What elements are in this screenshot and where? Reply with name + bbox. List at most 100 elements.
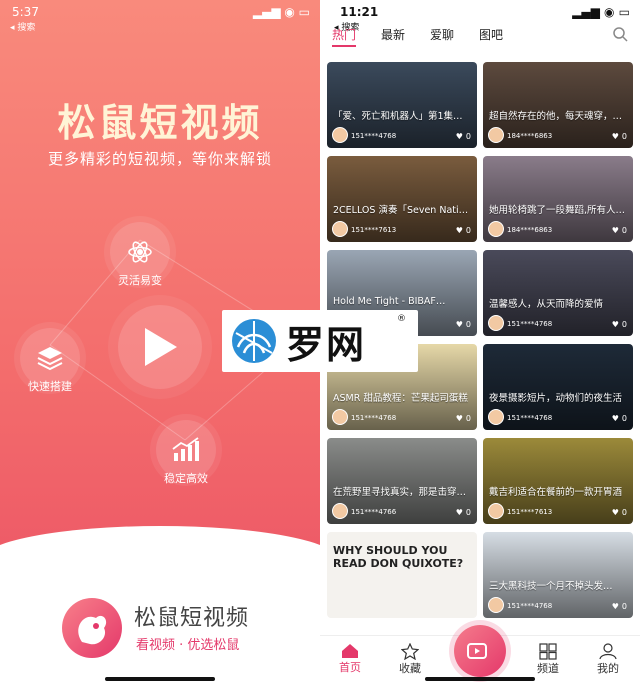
user-id: 151****7613 [507,508,553,516]
user-id: 151****4768 [351,414,397,422]
heart-icon: ♥ [611,602,619,611]
user-id: 151****4768 [507,320,553,328]
like-count[interactable]: ♥ 0 [612,414,627,423]
home-indicator [425,677,535,681]
tab-chat[interactable]: 爱聊 [430,26,454,47]
like-count[interactable]: ♥ 0 [612,226,627,235]
status-time: 5:37 [12,5,39,19]
back-link[interactable]: ◂ 搜索 [10,20,35,33]
video-card[interactable]: WHY SHOULD YOU READ DON QUIXOTE? [327,532,477,618]
splash-title: 松鼠短视频 [57,100,263,145]
video-card[interactable]: 戴吉利适合在餐前的一款开胃酒 151****7613 ♥ 0 [483,438,633,524]
user-id: 151****4768 [351,132,397,140]
like-count[interactable]: ♥ 0 [456,414,471,423]
watermark-text: 罗网 [286,322,367,367]
heart-icon: ♥ [611,508,619,517]
user-id: 151****4768 [507,602,553,610]
tabbar-label: 我的 [597,662,619,675]
heart-icon: ♥ [455,320,463,329]
feature-label: 稳定高效 [164,472,208,485]
like-count[interactable]: ♥ 0 [612,132,627,141]
user-id: 151****4766 [351,508,397,516]
like-count[interactable]: ♥ 0 [612,320,627,329]
status-icons: ▂▄▆ ◉ ▭ [252,5,310,19]
tab-hot[interactable]: 热门 [332,26,357,47]
tabbar-favorites[interactable]: 收藏 [390,643,430,676]
like-count[interactable]: ♥ 0 [456,132,471,141]
user-avatar[interactable] [488,221,504,237]
video-card[interactable]: 三大黑科技一个月不掉头发… 151****4768 ♥ 0 [483,532,633,618]
heart-icon: ♥ [611,132,619,141]
status-time: 11:21 [340,5,379,19]
home-icon [342,644,358,658]
tabbar-label: 收藏 [399,662,421,675]
user-icon [599,643,617,660]
tabbar-label: 频道 [537,662,559,675]
feature-label: 灵活易变 [118,274,162,287]
like-count[interactable]: ♥ 0 [456,226,471,235]
user-id: 184****6863 [507,132,553,140]
like-number: 0 [621,320,627,329]
like-count[interactable]: ♥ 0 [456,508,471,517]
spider-web-icon [232,319,276,363]
video-title: WHY SHOULD YOU READ DON QUIXOTE? [333,544,464,570]
like-number: 0 [621,132,627,141]
video-card[interactable]: 超自然存在的他，每天魂穿，… 184****6863 ♥ 0 [483,62,633,148]
record-button[interactable] [454,625,506,677]
video-card[interactable]: 温馨感人，从天而降的爱情 151****4768 ♥ 0 [483,250,633,336]
grid-icon [539,643,557,660]
status-bar: 11:21 ▂▄▆ ◉ ▭ [340,4,630,20]
feature-fast: 快速搭建 [20,328,80,394]
user-avatar[interactable] [488,597,504,613]
feature-flexible: 灵活易变 [110,222,170,288]
video-title: 她用轮椅跳了一段舞蹈,所有人… [489,205,626,216]
video-card[interactable]: 夜景摄影短片，动物们的夜生活 151****4768 ♥ 0 [483,344,633,430]
play-button[interactable] [118,305,202,389]
user-avatar[interactable] [488,409,504,425]
user-avatar[interactable] [332,503,348,519]
like-number: 0 [465,226,471,235]
tabbar-channels[interactable]: 频道 [528,643,568,676]
brand-name: 松鼠短视频 [134,606,250,631]
video-card[interactable]: 在荒野里寻找真实，那是击穿… 151****4766 ♥ 0 [327,438,477,524]
user-id: 151****4768 [507,414,553,422]
user-avatar[interactable] [488,503,504,519]
heart-icon: ♥ [611,320,619,329]
tabbar-profile[interactable]: 我的 [588,643,628,676]
user-avatar[interactable] [332,127,348,143]
user-avatar[interactable] [332,221,348,237]
heart-icon: ♥ [455,132,463,141]
tab-latest[interactable]: 最新 [381,26,405,47]
like-count[interactable]: ♥ 0 [456,320,471,329]
user-avatar[interactable] [332,409,348,425]
video-title: 三大黑科技一个月不掉头发… [489,581,613,592]
like-number: 0 [621,508,627,517]
feature-stable: 稳定高效 [156,420,216,486]
like-number: 0 [465,320,471,329]
category-tabs: 热门 最新 爱聊 图吧 [332,26,503,47]
video-title: Hold Me Tight - BIBAF… [333,296,446,307]
like-number: 0 [621,414,627,423]
user-avatar[interactable] [488,315,504,331]
splash-subtitle: 更多精彩的短视频，等你来解锁 [47,150,272,168]
tab-gallery[interactable]: 图吧 [479,26,503,47]
home-indicator [105,677,215,681]
like-count[interactable]: ♥ 0 [612,508,627,517]
user-id: 184****6863 [507,226,553,234]
search-icon[interactable] [612,26,628,42]
tabbar-label: 首页 [339,661,361,674]
video-title: 夜景摄影短片，动物们的夜生活 [489,393,623,404]
heart-icon: ♥ [455,414,463,423]
video-card[interactable]: 「爱、死亡和机器人」第1集… 151****4768 ♥ 0 [327,62,477,148]
like-count[interactable]: ♥ 0 [612,602,627,611]
like-number: 0 [621,602,627,611]
tabbar-home[interactable]: 首页 [330,643,370,675]
video-card[interactable]: 2CELLOS 演奏「Seven Nati… 151****7613 ♥ 0 [327,156,477,242]
video-card[interactable]: 她用轮椅跳了一段舞蹈,所有人… 184****6863 ♥ 0 [483,156,633,242]
heart-icon: ♥ [611,414,619,423]
video-title: ASMR 甜品教程：芒果起司蛋糕 [333,393,468,404]
user-avatar[interactable] [488,127,504,143]
like-number: 0 [621,226,627,235]
status-icons: ▂▄▆ ◉ ▭ [572,5,630,19]
video-title: 2CELLOS 演奏「Seven Nati… [333,205,469,216]
